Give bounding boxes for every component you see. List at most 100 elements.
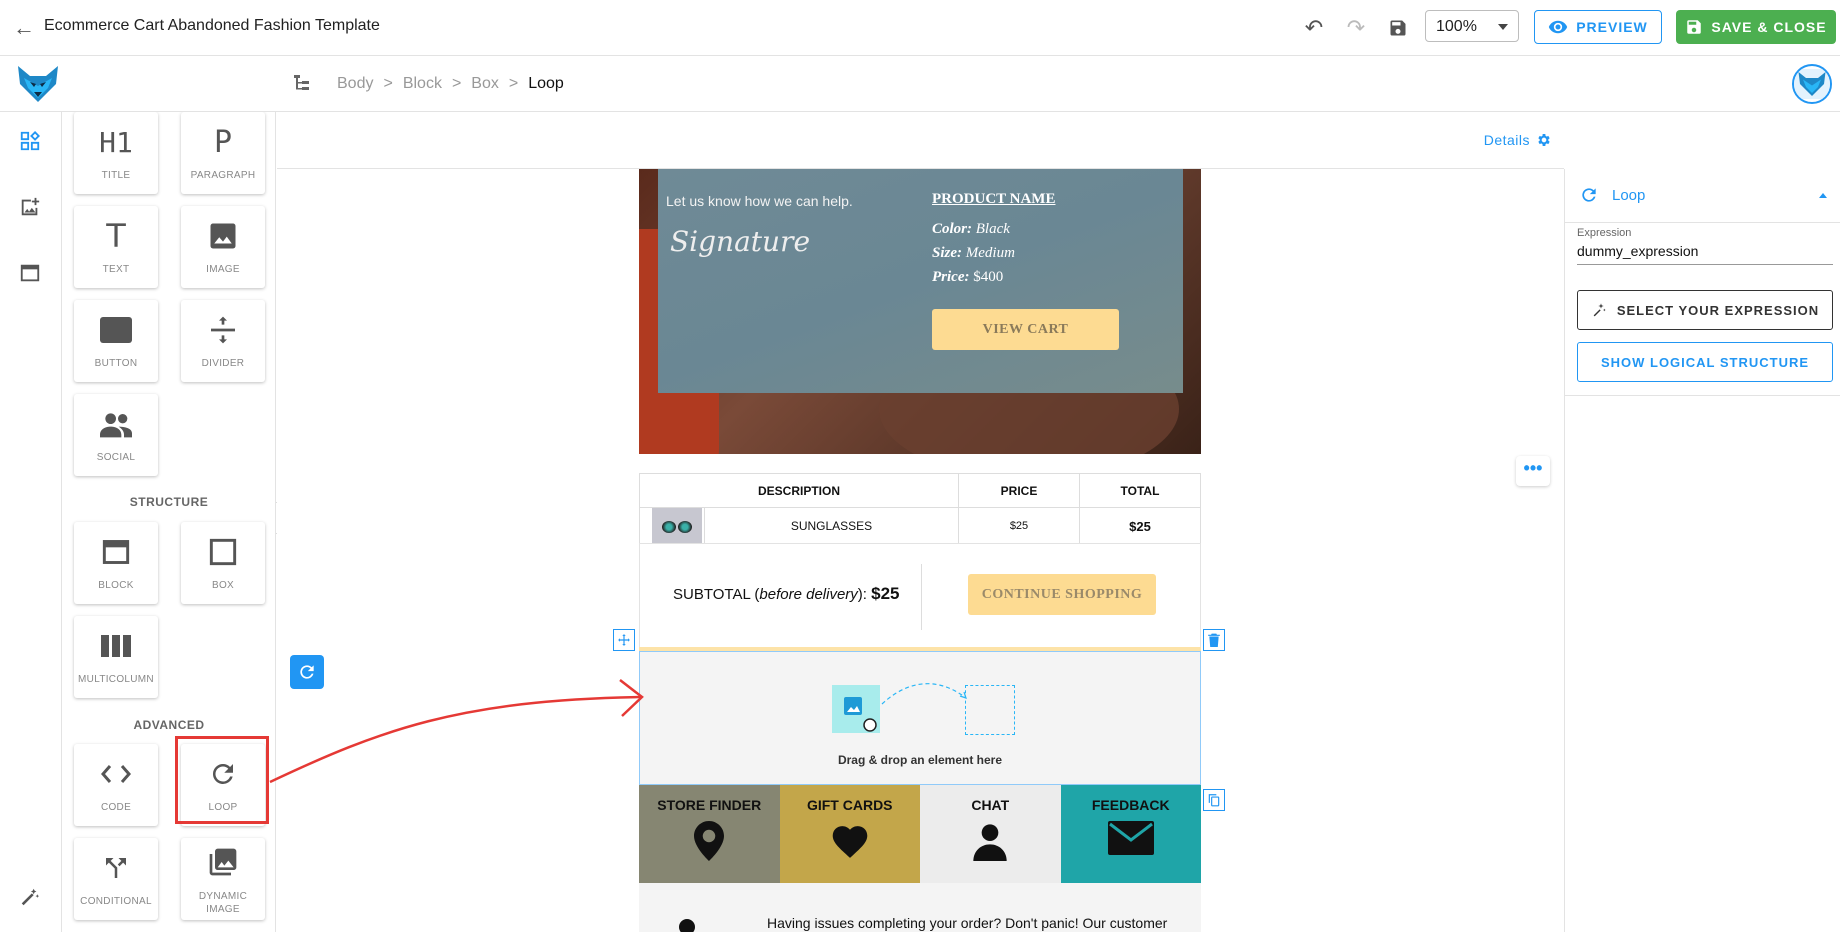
breadcrumb-separator: >	[383, 75, 393, 92]
select-expression-button[interactable]: SELECT YOUR EXPRESSION	[1577, 290, 1833, 330]
product-size: Size: Medium	[932, 245, 1015, 261]
breadcrumb-bar: Body > Block > Box > Loop	[0, 56, 1840, 112]
table-row[interactable]: SUNGLASSES $25 $25	[639, 507, 1201, 545]
chevron-down-icon	[1498, 24, 1508, 30]
eye-icon	[1549, 20, 1568, 34]
tile-text[interactable]: T TEXT	[74, 206, 158, 288]
map-pin-icon	[639, 821, 780, 861]
divider	[921, 564, 922, 630]
fox-logo-icon	[18, 66, 58, 102]
add-photo-icon[interactable]	[16, 196, 44, 224]
save-close-button[interactable]: SAVE & CLOSE	[1676, 10, 1836, 44]
product-thumb-cell	[639, 507, 705, 545]
store-finder-label: STORE FINDER	[657, 797, 762, 813]
zoom-select[interactable]: 100%	[1425, 10, 1519, 42]
tile-conditional[interactable]: CONDITIONAL	[74, 838, 158, 920]
tile-title[interactable]: H1 TITLE	[74, 112, 158, 194]
save-icon	[1687, 20, 1702, 34]
tile-divider[interactable]: DIVIDER	[181, 300, 265, 382]
chat-label: CHAT	[971, 797, 1010, 813]
loop-section-header[interactable]: Loop	[1565, 169, 1840, 223]
breadcrumb-separator: >	[508, 75, 519, 92]
avatar[interactable]	[1792, 64, 1832, 104]
tile-button[interactable]: BUTTON	[74, 300, 158, 382]
preview-button[interactable]: PREVIEW	[1534, 10, 1662, 44]
widgets-icon[interactable]	[16, 130, 44, 158]
breadcrumb: Body > Block > Box > Loop	[337, 75, 564, 93]
breadcrumb-item-box[interactable]: Box	[471, 75, 499, 93]
breadcrumb-item-block[interactable]: Block	[403, 75, 442, 93]
drop-target-placeholder	[965, 685, 1015, 735]
back-arrow-icon[interactable]: ←	[10, 14, 38, 42]
properties-panel: Loop Expression dummy_expression SELECT …	[1564, 169, 1840, 932]
breadcrumb-item-loop: Loop	[528, 75, 564, 92]
expression-label: Expression	[1577, 227, 1632, 239]
text-icon: T	[106, 217, 126, 255]
tree-structure-icon[interactable]	[292, 72, 312, 98]
tile-label: DYNAMIC IMAGE	[181, 890, 265, 916]
divider-icon	[181, 312, 265, 348]
tile-block[interactable]: BLOCK	[74, 522, 158, 604]
tile-social[interactable]: SOCIAL	[74, 394, 158, 476]
more-options-icon[interactable]: •••	[1516, 456, 1550, 486]
preview-label: PREVIEW	[1576, 19, 1648, 35]
cart-table: DESCRIPTION PRICE TOTAL SUNGLASSES $25 $…	[639, 473, 1201, 545]
tile-dynamic-image[interactable]: DYNAMIC IMAGE	[181, 838, 265, 920]
tile-multicolumn[interactable]: MULTICOLUMN	[74, 616, 158, 698]
tile-box[interactable]: BOX	[181, 522, 265, 604]
tile-image[interactable]: IMAGE	[181, 206, 265, 288]
store-finder-link[interactable]: STORE FINDER	[639, 785, 780, 883]
tile-label-line2: IMAGE	[206, 904, 240, 915]
chat-link[interactable]: CHAT	[920, 785, 1061, 883]
refresh-button[interactable]	[290, 655, 324, 689]
sparkle-icon	[1593, 303, 1606, 317]
details-link[interactable]: Details	[1484, 132, 1552, 148]
save-disk-icon[interactable]	[1384, 14, 1412, 42]
loop-dropzone[interactable]: Drag & drop an element here	[639, 651, 1201, 785]
magic-wand-icon[interactable]	[16, 886, 44, 914]
show-logical-structure-button[interactable]: SHOW LOGICAL STRUCTURE	[1577, 342, 1833, 382]
loop-highlight-box	[175, 736, 269, 824]
expression-input[interactable]: dummy_expression	[1577, 241, 1833, 265]
view-cart-button[interactable]: VIEW CART	[932, 309, 1119, 350]
image-placeholder-icon	[832, 685, 880, 733]
continue-shopping-button[interactable]: CONTINUE SHOPPING	[968, 574, 1156, 615]
structure-section-title: STRUCTURE	[129, 495, 209, 509]
envelope-icon	[1061, 821, 1202, 855]
undo-icon[interactable]: ↶	[1300, 14, 1328, 42]
gift-cards-link[interactable]: GIFT CARDS	[779, 785, 921, 883]
redo-icon[interactable]: ↷	[1342, 14, 1370, 42]
dropzone-text: Drag & drop an element here	[837, 753, 1003, 767]
zoom-value: 100%	[1436, 18, 1477, 35]
hero-panel[interactable]: Let us know how we can help. Signature P…	[658, 169, 1183, 393]
move-handle-icon[interactable]	[613, 629, 635, 651]
tile-label-line1: DYNAMIC	[198, 891, 248, 902]
heart-icon	[780, 821, 921, 859]
h1-icon: H1	[99, 125, 133, 159]
table-cell-description: SUNGLASSES	[704, 507, 959, 545]
sunglasses-thumbnail	[652, 508, 702, 544]
tile-label: IMAGE	[206, 264, 240, 275]
trash-icon[interactable]	[1203, 629, 1225, 651]
canvas-header: Details	[277, 112, 1564, 169]
table-header: PRICE	[958, 473, 1080, 508]
person-icon	[920, 821, 1061, 861]
breadcrumb-item-body[interactable]: Body	[337, 75, 373, 93]
signature: Signature	[670, 225, 811, 258]
gear-icon	[1538, 134, 1550, 146]
tile-code[interactable]: CODE	[74, 744, 158, 826]
window-icon[interactable]	[16, 262, 44, 290]
feedback-link[interactable]: FEEDBACK	[1060, 785, 1202, 883]
tile-paragraph[interactable]: P PARAGRAPH	[181, 112, 265, 194]
tile-label: BUTTON	[94, 358, 138, 369]
chevron-up-icon[interactable]	[1819, 193, 1827, 198]
image-icon	[181, 218, 265, 254]
code-icon	[74, 756, 158, 792]
copy-icon[interactable]	[1203, 789, 1225, 811]
document-title: Ecommerce Cart Abandoned Fashion Templat…	[44, 17, 380, 34]
subtotal-text: SUBTOTAL (before delivery): $25	[673, 584, 900, 603]
footer-icon-row: STORE FINDER GIFT CARDS CHAT FEEDBACK	[639, 785, 1201, 883]
save-close-label: SAVE & CLOSE	[1711, 19, 1827, 35]
select-expression-label: SELECT YOUR EXPRESSION	[1616, 302, 1820, 318]
help-text: Let us know how we can help.	[666, 193, 853, 209]
